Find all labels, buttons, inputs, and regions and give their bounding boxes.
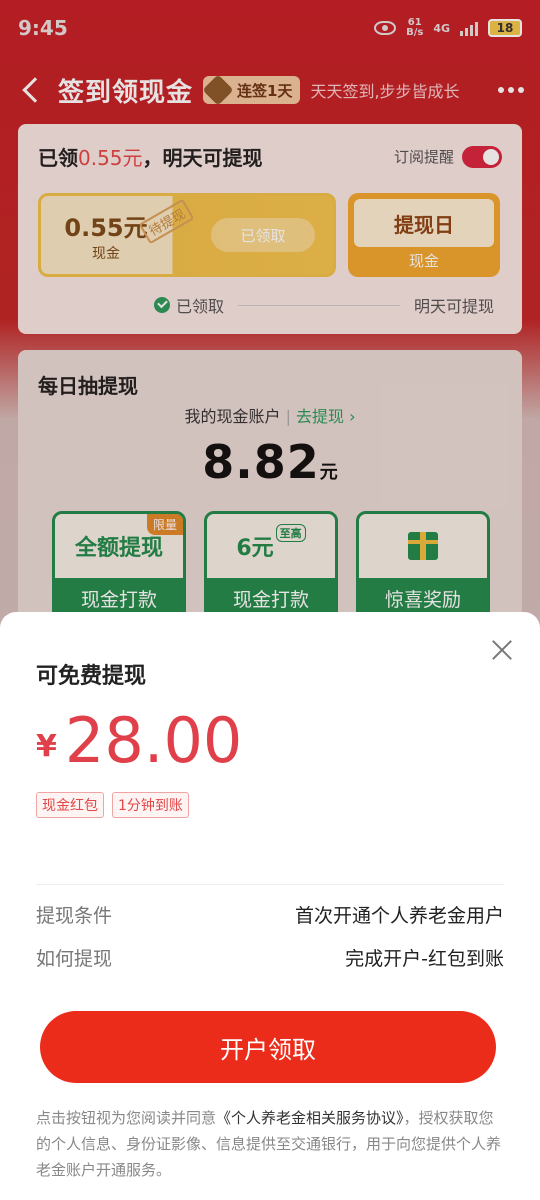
divider: [36, 884, 504, 885]
amount-tags: 现金红包 1分钟到账: [36, 792, 504, 818]
open-account-button[interactable]: 开户领取: [40, 1011, 496, 1083]
info-label: 提现条件: [36, 905, 113, 927]
info-row-how: 如何提现 完成开户-红包到账: [36, 944, 504, 971]
withdraw-amount: ¥ 28.00: [36, 708, 504, 774]
sheet-title: 可免费提现: [36, 664, 147, 689]
info-value: 完成开户-红包到账: [345, 948, 504, 970]
withdraw-sheet: 可免费提现 ¥ 28.00 现金红包 1分钟到账 提现条件 首次开通个人养老金用…: [0, 612, 540, 1200]
currency-symbol: ¥: [36, 729, 57, 764]
info-row-condition: 提现条件 首次开通个人养老金用户: [36, 901, 504, 928]
info-value: 首次开通个人养老金用户: [294, 905, 504, 927]
info-label: 如何提现: [36, 948, 113, 970]
amount-value: 28.00: [64, 704, 243, 777]
disclaimer-prefix: 点击按钮视为您阅读并同意: [36, 1109, 217, 1127]
disclaimer: 点击按钮视为您阅读并同意《个人养老金相关服务协议》，授权获取您的个人信息、身份证…: [36, 1105, 504, 1183]
tag-instant-arrival: 1分钟到账: [112, 792, 189, 818]
tag-cash-envelope: 现金红包: [36, 792, 104, 818]
agreement-link[interactable]: 《个人养老金相关服务协议》: [216, 1109, 404, 1127]
close-icon[interactable]: [490, 638, 514, 662]
